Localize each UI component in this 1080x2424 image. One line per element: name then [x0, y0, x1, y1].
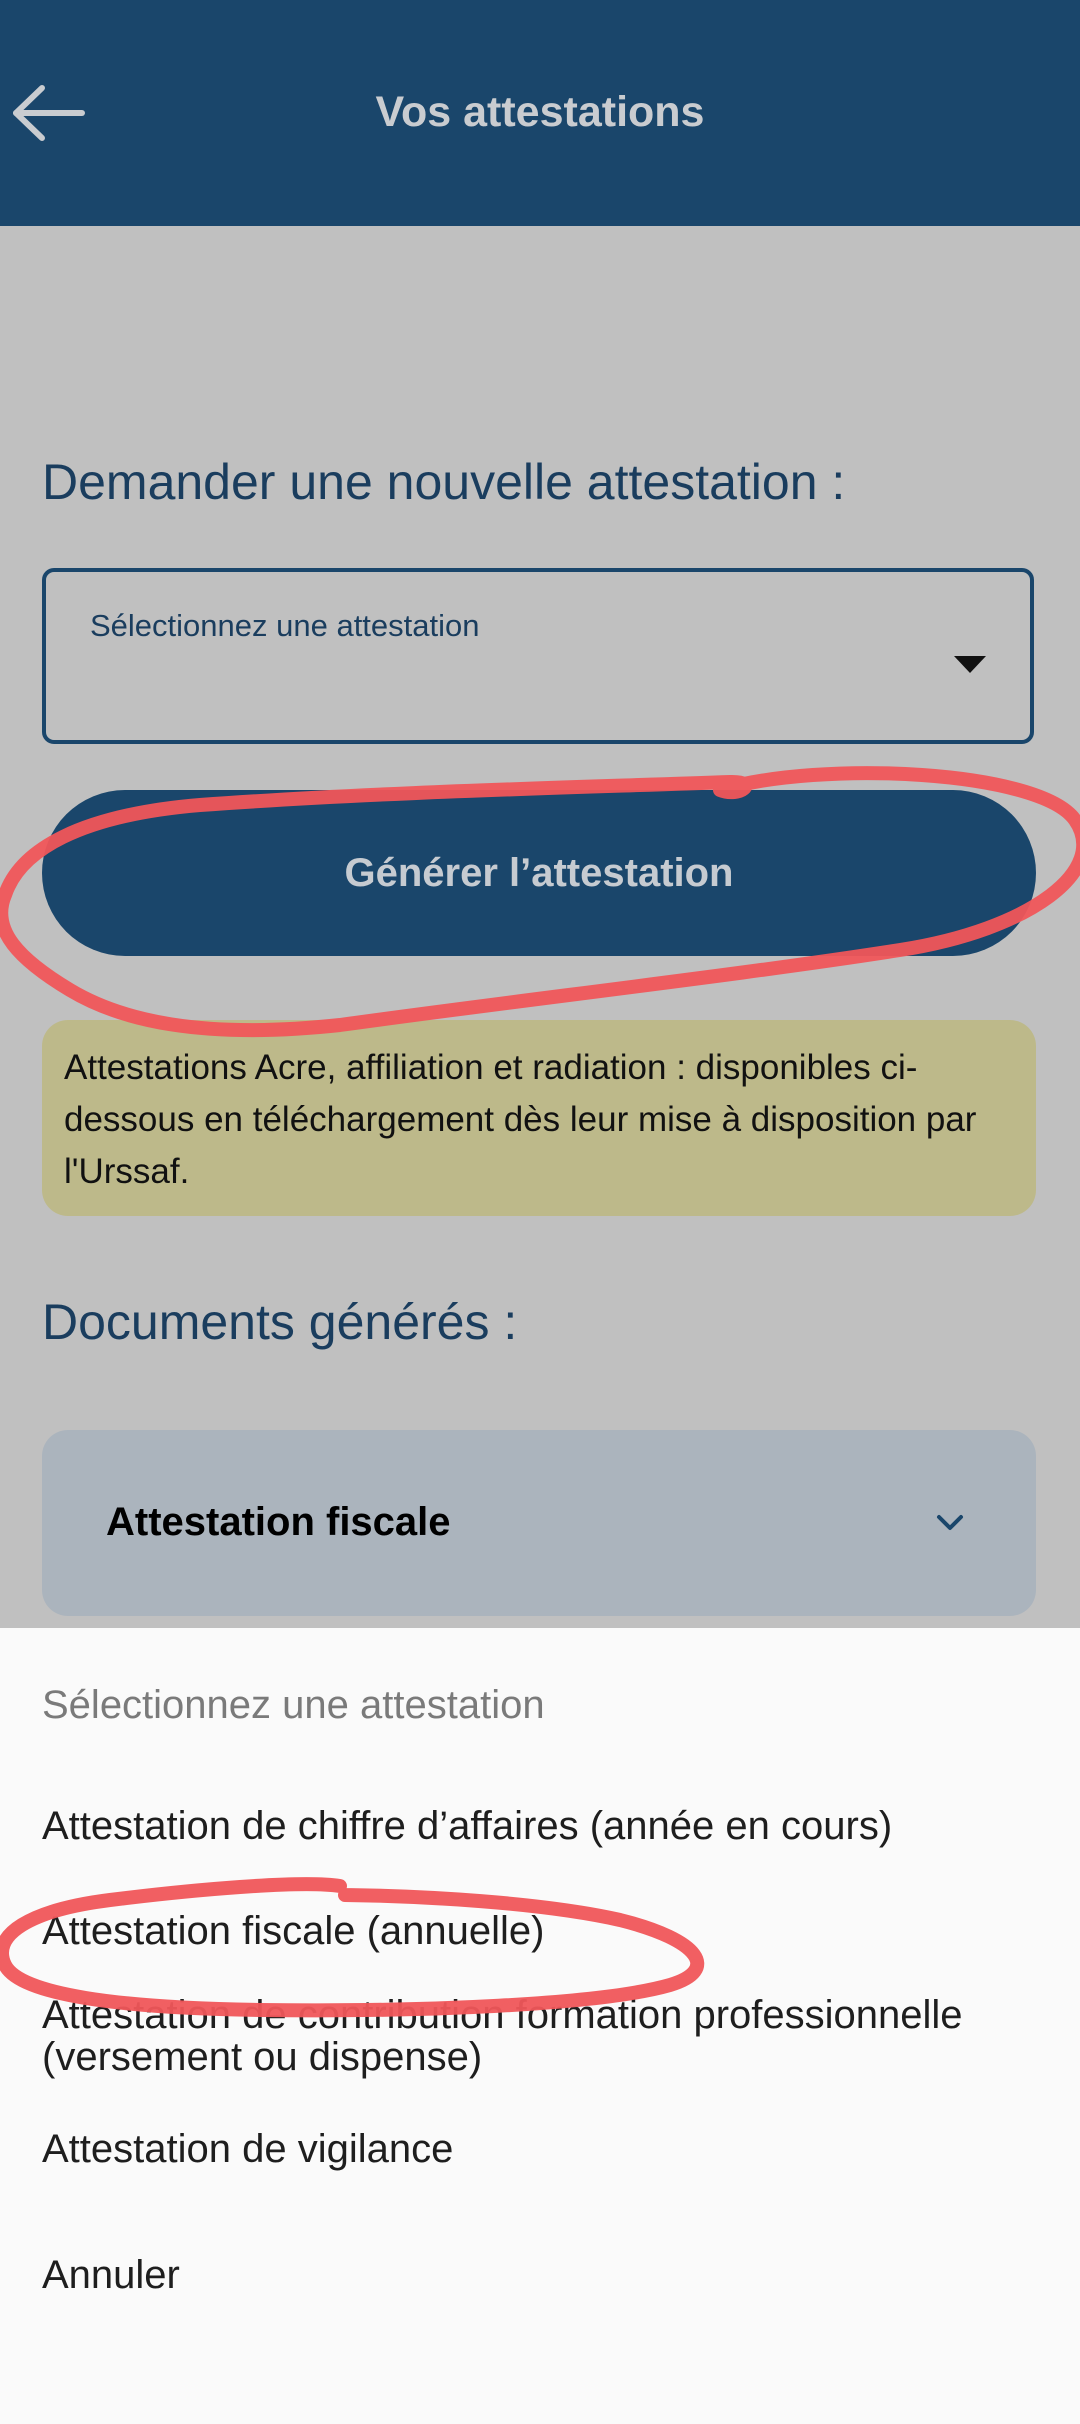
option-chiffre-affaires[interactable]: Attestation de chiffre d’affaires (année…: [42, 1805, 1052, 1847]
select-label: Sélectionnez une attestation: [90, 608, 480, 643]
option-vigilance[interactable]: Attestation de vigilance: [42, 2128, 1052, 2170]
info-notice: Attestations Acre, affiliation et radiat…: [42, 1020, 1036, 1216]
cancel-option[interactable]: Annuler: [42, 2254, 1052, 2296]
chevron-down-icon: [937, 1515, 963, 1530]
option-formation-professionnelle[interactable]: Attestation de contribution formation pr…: [42, 1994, 1052, 2078]
generate-attestation-button[interactable]: Générer l’attestation: [42, 790, 1036, 956]
app-bar: Vos attestations: [0, 0, 1080, 226]
page-title: Vos attestations: [375, 88, 705, 136]
accordion-title: Attestation fiscale: [106, 1500, 451, 1544]
documents-section-title: Documents générés :: [42, 1294, 518, 1350]
attestation-bottom-sheet: Sélectionnez une attestation Attestation…: [0, 1628, 1080, 2424]
document-accordion-fiscale[interactable]: Attestation fiscale: [42, 1430, 1036, 1616]
attestation-select[interactable]: Sélectionnez une attestation: [42, 568, 1034, 744]
request-section-title: Demander une nouvelle attestation :: [42, 454, 846, 510]
option-attestation-fiscale[interactable]: Attestation fiscale (annuelle): [42, 1910, 1052, 1952]
dropdown-arrow-icon: [954, 656, 986, 673]
sheet-header: Sélectionnez une attestation: [42, 1683, 545, 1727]
